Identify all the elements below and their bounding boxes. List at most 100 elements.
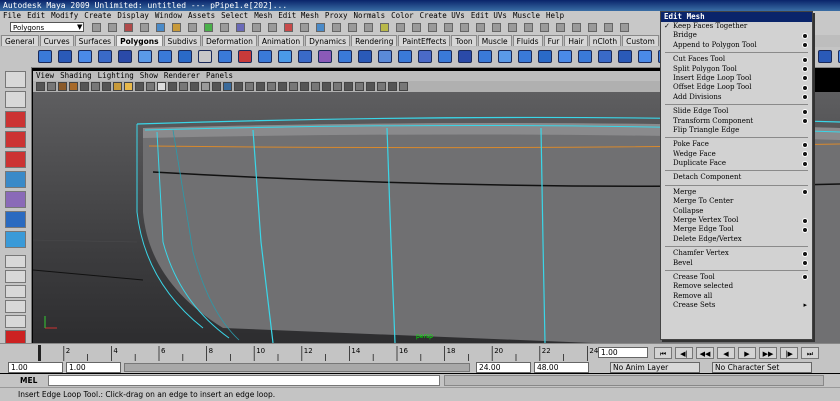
- playback-button-icon[interactable]: ⏮: [654, 347, 672, 359]
- menu-item-append-to-polygon-tool[interactable]: Append to Polygon Tool: [661, 41, 812, 50]
- panel-menu-show[interactable]: Show: [140, 71, 158, 81]
- menu-display[interactable]: Display: [117, 11, 149, 21]
- tab-toon[interactable]: Toon: [451, 35, 477, 46]
- tab-muscle[interactable]: Muscle: [477, 35, 512, 46]
- tab-deformation[interactable]: Deformation: [202, 35, 257, 46]
- status-line-button-icon[interactable]: [332, 23, 341, 32]
- status-line-button-icon[interactable]: [284, 23, 293, 32]
- layout-side-icon[interactable]: [5, 285, 26, 298]
- option-box-icon[interactable]: [802, 94, 808, 101]
- menu-item-merge-edge-tool[interactable]: Merge Edge Tool: [661, 225, 812, 234]
- menu-item-flip-triangle-edge[interactable]: Flip Triangle Edge: [661, 126, 812, 135]
- menu-item-delete-edge-vertex[interactable]: Delete Edge/Vertex: [661, 235, 812, 244]
- tab-general[interactable]: General: [1, 35, 39, 46]
- panel-toolbar-icon[interactable]: [47, 82, 56, 91]
- playback-button-icon[interactable]: ◀◀: [696, 347, 714, 359]
- current-frame-field[interactable]: 1.00: [598, 347, 648, 358]
- manipulator-tool-icon[interactable]: [5, 191, 26, 208]
- menu-item-offset-edge-loop-tool[interactable]: Offset Edge Loop Tool: [661, 83, 812, 92]
- option-box-icon[interactable]: [802, 160, 808, 167]
- menu-item-split-polygon-tool[interactable]: Split Polygon Tool: [661, 65, 812, 74]
- panel-toolbar-icon[interactable]: [333, 82, 342, 91]
- panel-toolbar-icon[interactable]: [399, 82, 408, 91]
- tab-hair[interactable]: Hair: [564, 35, 588, 46]
- option-box-icon[interactable]: [802, 56, 808, 63]
- command-input[interactable]: [48, 375, 440, 386]
- tab-curves[interactable]: Curves: [39, 35, 74, 46]
- range-start-field[interactable]: 1.00: [8, 362, 63, 373]
- menu-edit-uvs[interactable]: Edit UVs: [471, 11, 507, 21]
- shelf-tool-icon[interactable]: [238, 50, 252, 63]
- panel-toolbar-icon[interactable]: [69, 82, 78, 91]
- insert-edge-loop-tool-icon[interactable]: [5, 211, 26, 228]
- shelf-tool-icon[interactable]: [58, 50, 72, 63]
- panel-menu-panels[interactable]: Panels: [206, 71, 233, 81]
- status-line-button-icon[interactable]: [604, 23, 613, 32]
- menu-assets[interactable]: Assets: [188, 11, 215, 21]
- menu-item-bridge[interactable]: Bridge: [661, 31, 812, 40]
- menu-item-add-divisions[interactable]: Add Divisions: [661, 93, 812, 102]
- shelf-tool-icon[interactable]: [278, 50, 292, 63]
- shelf-tool-icon[interactable]: [338, 50, 352, 63]
- status-line-button-icon[interactable]: [124, 23, 133, 32]
- status-line-button-icon[interactable]: [268, 23, 277, 32]
- menu-item-crease-tool[interactable]: Crease Tool: [661, 273, 812, 282]
- menu-file[interactable]: File: [3, 11, 21, 21]
- shelf-tool-icon[interactable]: [298, 50, 312, 63]
- playback-button-icon[interactable]: ⏭: [801, 347, 819, 359]
- shelf-tool-icon[interactable]: [98, 50, 112, 63]
- menu-item-merge[interactable]: Merge: [661, 188, 812, 197]
- panel-toolbar-icon[interactable]: [234, 82, 243, 91]
- panel-menu-lighting[interactable]: Lighting: [98, 71, 134, 81]
- panel-toolbar-icon[interactable]: [102, 82, 111, 91]
- shelf-tool-icon[interactable]: [418, 50, 432, 63]
- menu-item-chamfer-vertex[interactable]: Chamfer Vertex: [661, 249, 812, 258]
- menu-color[interactable]: Color: [391, 11, 414, 21]
- option-box-icon[interactable]: [802, 274, 808, 281]
- status-line-button-icon[interactable]: [460, 23, 469, 32]
- shelf-tool-icon[interactable]: [458, 50, 472, 63]
- menu-item-wedge-face[interactable]: Wedge Face: [661, 150, 812, 159]
- layout-graph-icon[interactable]: [5, 315, 26, 328]
- shelf-tool-icon[interactable]: [438, 50, 452, 63]
- tab-fluids[interactable]: Fluids: [512, 35, 543, 46]
- current-time-marker[interactable]: [38, 345, 41, 361]
- menu-create-uvs[interactable]: Create UVs: [420, 11, 465, 21]
- panel-toolbar-icon[interactable]: [366, 82, 375, 91]
- status-line-button-icon[interactable]: [364, 23, 373, 32]
- panel-toolbar-icon[interactable]: [223, 82, 232, 91]
- tab-fur[interactable]: Fur: [543, 35, 564, 46]
- status-line-button-icon[interactable]: [300, 23, 309, 32]
- option-box-icon[interactable]: [802, 217, 808, 224]
- panel-toolbar-icon[interactable]: [311, 82, 320, 91]
- shelf-tool-icon[interactable]: [378, 50, 392, 63]
- panel-toolbar-icon[interactable]: [124, 82, 133, 91]
- tab-custom[interactable]: Custom: [622, 35, 659, 46]
- menu-item-cut-faces-tool[interactable]: Cut Faces Tool: [661, 55, 812, 64]
- status-line-button-icon[interactable]: [492, 23, 501, 32]
- panel-toolbar-icon[interactable]: [245, 82, 254, 91]
- menu-window[interactable]: Window: [155, 11, 182, 21]
- status-line-button-icon[interactable]: [540, 23, 549, 32]
- option-box-icon[interactable]: [802, 250, 808, 257]
- option-box-icon[interactable]: [802, 189, 808, 196]
- panel-menu-renderer[interactable]: Renderer: [164, 71, 200, 81]
- tab-animation[interactable]: Animation: [257, 35, 305, 46]
- status-line-button-icon[interactable]: [140, 23, 149, 32]
- menu-modify[interactable]: Modify: [51, 11, 78, 21]
- option-box-icon[interactable]: [802, 84, 808, 91]
- panel-toolbar-icon[interactable]: [179, 82, 188, 91]
- status-line-button-icon[interactable]: [204, 23, 213, 32]
- panel-toolbar-icon[interactable]: [135, 82, 144, 91]
- playback-end-field[interactable]: 24.00: [476, 362, 531, 373]
- status-line-button-icon[interactable]: [428, 23, 437, 32]
- panel-toolbar-icon[interactable]: [212, 82, 221, 91]
- panel-toolbar-icon[interactable]: [289, 82, 298, 91]
- shelf-tool-icon[interactable]: [218, 50, 232, 63]
- playback-button-icon[interactable]: ◀: [717, 347, 735, 359]
- anim-layer-dropdown[interactable]: No Anim Layer: [610, 362, 700, 373]
- status-line-button-icon[interactable]: [348, 23, 357, 32]
- panel-toolbar-icon[interactable]: [388, 82, 397, 91]
- playback-button-icon[interactable]: ▶: [738, 347, 756, 359]
- layout-outliner-icon[interactable]: [5, 300, 26, 313]
